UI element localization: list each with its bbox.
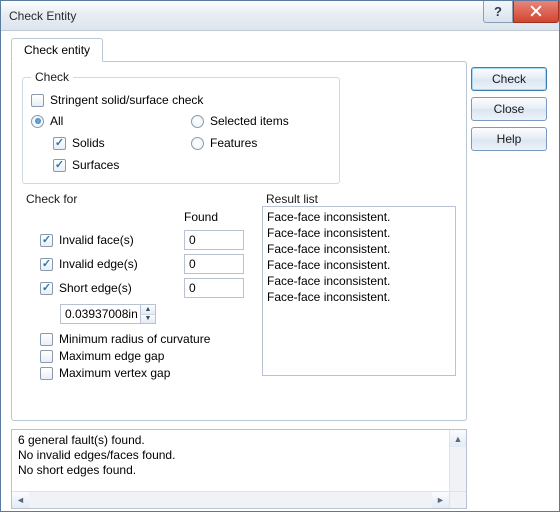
window-title: Check Entity bbox=[9, 9, 483, 23]
side-buttons: Check Close Help bbox=[471, 67, 547, 151]
stringent-row[interactable]: Stringent solid/surface check bbox=[31, 93, 331, 107]
scroll-right-icon[interactable]: ► bbox=[432, 492, 449, 508]
messages-box[interactable]: 6 general fault(s) found. No invalid edg… bbox=[11, 429, 467, 509]
close-button[interactable]: Close bbox=[471, 97, 547, 121]
message-line: No invalid edges/faces found. bbox=[18, 448, 460, 463]
invalid-face-row[interactable]: Invalid face(s) bbox=[40, 233, 172, 247]
selected-label: Selected items bbox=[210, 114, 289, 128]
horizontal-scrollbar[interactable]: ◄ ► bbox=[12, 491, 466, 508]
found-header: Found bbox=[184, 210, 244, 224]
tolerance-up-icon[interactable]: ▲ bbox=[141, 305, 155, 315]
features-radio[interactable] bbox=[191, 137, 204, 150]
min-radius-row[interactable]: Minimum radius of curvature bbox=[40, 332, 244, 346]
help-button[interactable]: Help bbox=[471, 127, 547, 151]
selected-row[interactable]: Selected items bbox=[191, 114, 331, 128]
invalid-edge-label: Invalid edge(s) bbox=[59, 257, 138, 271]
tab-panel: Check Stringent solid/surface check All … bbox=[11, 61, 467, 421]
short-edge-checkbox[interactable] bbox=[40, 282, 53, 295]
short-edge-label: Short edge(s) bbox=[59, 281, 132, 295]
list-item[interactable]: Face-face inconsistent. bbox=[267, 257, 451, 273]
check-legend: Check bbox=[31, 70, 73, 84]
stringent-checkbox[interactable] bbox=[31, 94, 44, 107]
short-edge-row[interactable]: Short edge(s) bbox=[40, 281, 172, 295]
surfaces-checkbox[interactable] bbox=[53, 159, 66, 172]
tabstrip: Check entity bbox=[11, 38, 467, 62]
result-list-legend: Result list bbox=[262, 192, 322, 206]
vertical-scrollbar[interactable]: ▲ bbox=[449, 430, 466, 491]
max-edge-gap-checkbox[interactable] bbox=[40, 350, 53, 363]
all-radio[interactable] bbox=[31, 115, 44, 128]
help-icon[interactable]: ? bbox=[483, 1, 513, 23]
solids-checkbox[interactable] bbox=[53, 137, 66, 150]
scroll-corner bbox=[449, 492, 466, 508]
features-label: Features bbox=[210, 136, 257, 150]
short-edge-value: 0 bbox=[184, 278, 244, 298]
messages-content: 6 general fault(s) found. No invalid edg… bbox=[12, 430, 466, 481]
check-group: Check Stringent solid/surface check All … bbox=[22, 70, 340, 184]
invalid-face-value: 0 bbox=[184, 230, 244, 250]
titlebar: Check Entity ? bbox=[1, 1, 559, 31]
invalid-face-label: Invalid face(s) bbox=[59, 233, 134, 247]
surfaces-row[interactable]: Surfaces bbox=[53, 158, 171, 172]
close-icon[interactable] bbox=[513, 1, 559, 23]
tab-check-entity[interactable]: Check entity bbox=[11, 38, 103, 62]
check-for-legend: Check for bbox=[22, 192, 81, 206]
list-item[interactable]: Face-face inconsistent. bbox=[267, 225, 451, 241]
max-vertex-gap-label: Maximum vertex gap bbox=[59, 366, 170, 380]
min-radius-checkbox[interactable] bbox=[40, 333, 53, 346]
solids-row[interactable]: Solids bbox=[53, 136, 171, 150]
invalid-edge-checkbox[interactable] bbox=[40, 258, 53, 271]
message-line: No short edges found. bbox=[18, 463, 460, 478]
tolerance-input[interactable]: 0.03937008in bbox=[60, 304, 140, 324]
dialog-window: Check Entity ? Check Close Help Check en… bbox=[0, 0, 560, 512]
list-item[interactable]: Face-face inconsistent. bbox=[267, 209, 451, 225]
min-radius-label: Minimum radius of curvature bbox=[59, 332, 210, 346]
scroll-up-icon[interactable]: ▲ bbox=[450, 430, 466, 447]
tolerance-spinner[interactable]: 0.03937008in ▲ ▼ bbox=[60, 304, 244, 324]
dialog-body: Check Close Help Check entity Check Stri… bbox=[1, 31, 559, 511]
selected-radio[interactable] bbox=[191, 115, 204, 128]
tolerance-down-icon[interactable]: ▼ bbox=[141, 315, 155, 324]
result-list-group: Result list Face-face inconsistent. Face… bbox=[262, 192, 456, 383]
all-row[interactable]: All bbox=[31, 114, 171, 128]
max-vertex-gap-row[interactable]: Maximum vertex gap bbox=[40, 366, 244, 380]
list-item[interactable]: Face-face inconsistent. bbox=[267, 273, 451, 289]
invalid-edge-value: 0 bbox=[184, 254, 244, 274]
scroll-left-icon[interactable]: ◄ bbox=[12, 492, 29, 508]
max-edge-gap-label: Maximum edge gap bbox=[59, 349, 164, 363]
features-row[interactable]: Features bbox=[191, 136, 331, 150]
max-edge-gap-row[interactable]: Maximum edge gap bbox=[40, 349, 244, 363]
all-label: All bbox=[50, 114, 63, 128]
solids-label: Solids bbox=[72, 136, 105, 150]
list-item[interactable]: Face-face inconsistent. bbox=[267, 289, 451, 305]
list-item[interactable]: Face-face inconsistent. bbox=[267, 241, 451, 257]
message-line: 6 general fault(s) found. bbox=[18, 433, 460, 448]
check-for-group: Check for Found Invalid face(s) 0 bbox=[22, 192, 244, 383]
invalid-edge-row[interactable]: Invalid edge(s) bbox=[40, 257, 172, 271]
invalid-face-checkbox[interactable] bbox=[40, 234, 53, 247]
stringent-label: Stringent solid/surface check bbox=[50, 93, 203, 107]
max-vertex-gap-checkbox[interactable] bbox=[40, 367, 53, 380]
result-list[interactable]: Face-face inconsistent. Face-face incons… bbox=[262, 206, 456, 376]
titlebar-buttons: ? bbox=[483, 1, 559, 23]
surfaces-label: Surfaces bbox=[72, 158, 119, 172]
check-button[interactable]: Check bbox=[471, 67, 547, 91]
